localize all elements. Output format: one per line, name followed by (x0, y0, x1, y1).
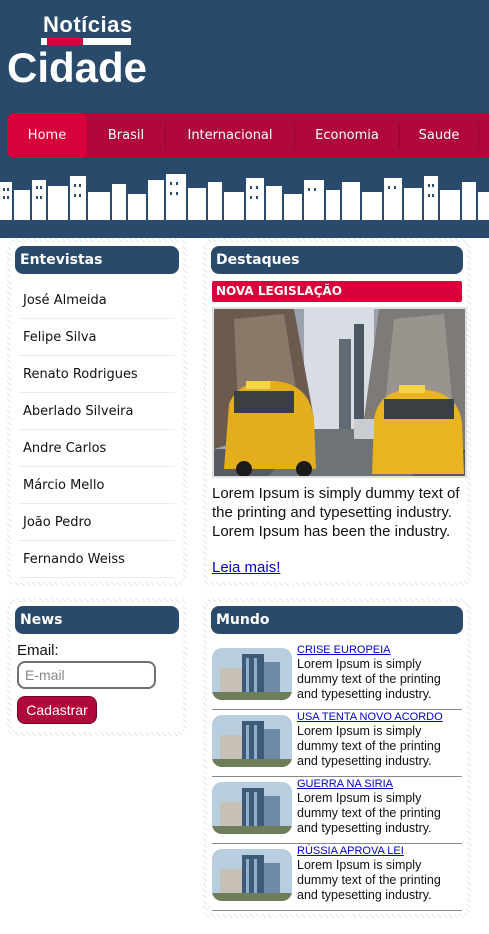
list-item[interactable]: Andre Carlos (19, 430, 175, 467)
nav-separator (478, 123, 479, 148)
list-item[interactable]: Fernando Weiss (19, 541, 175, 578)
list-item[interactable]: Renato Rodrigues (19, 356, 175, 393)
news-summary: Lorem Ipsum is simply dummy text of the … (297, 657, 441, 701)
list-item: USA TENTA NOVO ACORDO Lorem Ipsum is sim… (212, 711, 462, 777)
building-photo-icon (212, 849, 292, 901)
logo-main-text: Cidade (7, 44, 148, 91)
destaques-title: Destaques (211, 246, 463, 274)
news-headline-link[interactable]: USA TENTA NOVO ACORDO (297, 711, 443, 723)
site-logo[interactable]: Notícias Cidade (7, 10, 167, 91)
list-item: GUERRA NA SIRIA Lorem Ipsum is simply du… (212, 778, 462, 844)
news-headline-link[interactable]: CRISE EUROPEIA (297, 644, 391, 656)
entrevistas-list: José Almeida Felipe Silva Renato Rodrigu… (19, 282, 175, 578)
building-thumbnail[interactable] (212, 849, 292, 901)
news-title: News (15, 606, 179, 634)
nav-internacional[interactable]: Internacional (166, 113, 294, 158)
news-summary: Lorem Ipsum is simply dummy text of the … (297, 791, 441, 835)
entrevistas-title: Entevistas (15, 246, 179, 274)
cadastrar-button[interactable]: Cadastrar (17, 696, 97, 724)
list-item: CRISE EUROPEIA Lorem Ipsum is simply dum… (212, 644, 462, 710)
email-field[interactable] (17, 661, 156, 689)
building-photo-icon (212, 715, 292, 767)
news-headline-link[interactable]: RÚSSIA APROVA LEI (297, 845, 404, 857)
building-thumbnail[interactable] (212, 782, 292, 834)
list-item[interactable]: Aberlado Silveira (19, 393, 175, 430)
category-tag: NOVA LEGISLAÇÃO (212, 281, 462, 302)
destaque-text: Lorem Ipsum is simply dummy text of the … (212, 485, 460, 540)
list-item[interactable]: João Pedro (19, 504, 175, 541)
leia-mais-link[interactable]: Leia mais! (212, 559, 280, 576)
nav-brasil[interactable]: Brasil (87, 113, 165, 158)
mundo-title: Mundo (211, 606, 463, 634)
destaque-image[interactable] (212, 307, 467, 478)
email-label: Email: (17, 642, 59, 659)
list-item: RÚSSIA APROVA LEI Lorem Ipsum is simply … (212, 845, 462, 911)
nav-economia[interactable]: Economia (295, 113, 399, 158)
site-header: Notícias Cidade Home Brasil Internaciona… (0, 0, 489, 238)
building-photo-icon (212, 648, 292, 700)
news-headline-link[interactable]: GUERRA NA SIRIA (297, 778, 393, 790)
building-thumbnail[interactable] (212, 648, 292, 700)
list-item[interactable]: Felipe Silva (19, 319, 175, 356)
news-summary: Lorem Ipsum is simply dummy text of the … (297, 858, 441, 902)
nav-home[interactable]: Home (7, 113, 87, 158)
nav-saude[interactable]: Saude (400, 113, 478, 158)
logo-top-text: Notícias (43, 12, 133, 37)
building-photo-icon (212, 782, 292, 834)
city-skyline-icon (0, 174, 489, 220)
city-street-photo-icon (214, 309, 465, 476)
entrevistas-box: Entevistas José Almeida Felipe Silva Ren… (7, 238, 187, 586)
list-item[interactable]: Márcio Mello (19, 467, 175, 504)
main-nav: Home Brasil Internacional Economia Saude (7, 113, 489, 158)
list-item[interactable]: José Almeida (19, 282, 175, 319)
news-summary: Lorem Ipsum is simply dummy text of the … (297, 724, 441, 768)
building-thumbnail[interactable] (212, 715, 292, 767)
